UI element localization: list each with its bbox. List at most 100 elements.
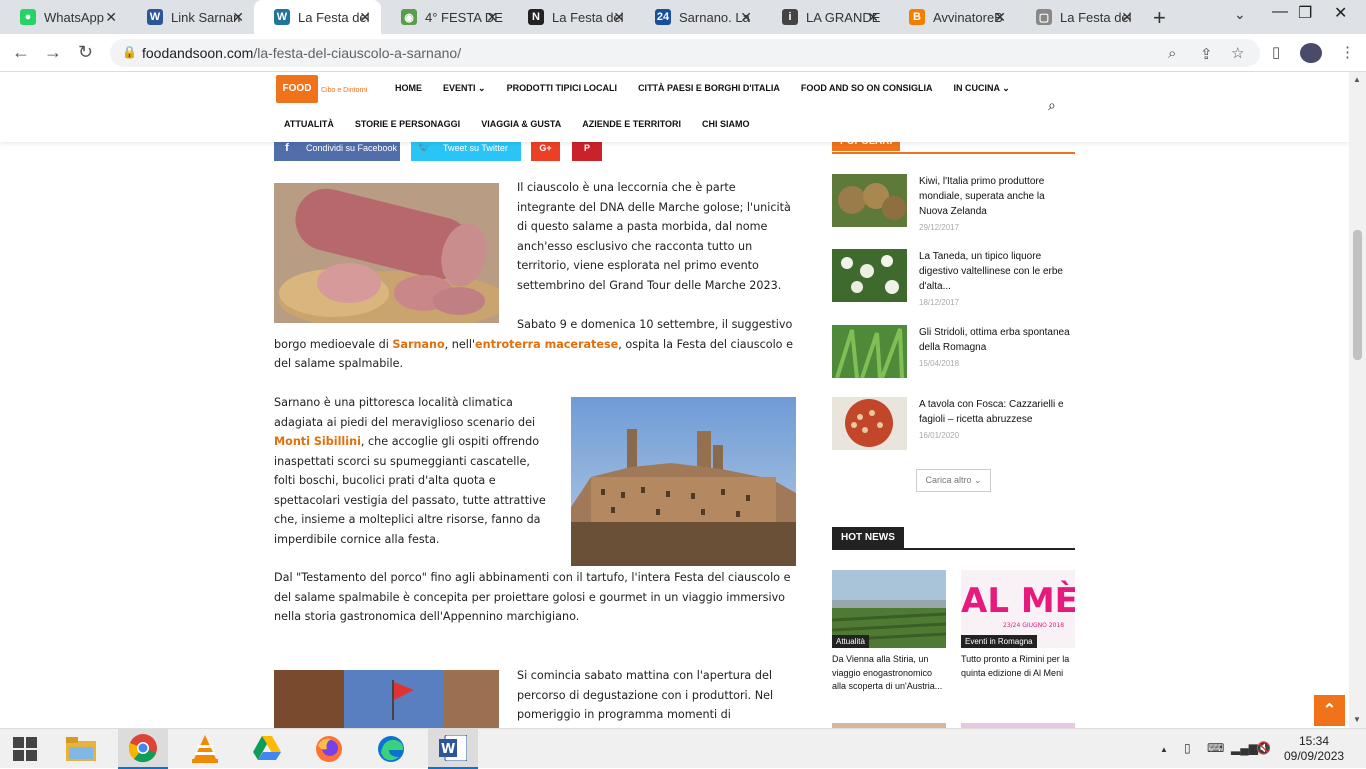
taneda-thumbnail[interactable] (832, 249, 907, 302)
al-meni-image[interactable]: AL MÈN23/24 GIUGNO 2018 Eventi in Romagn… (961, 570, 1075, 648)
nav-item[interactable]: AZIENDE E TERRITORI (582, 119, 681, 129)
browser-tab[interactable]: 24 Sarnano. La ✕ (635, 0, 762, 34)
popular-date: 15/04/2018 (919, 359, 960, 368)
new-tab-button[interactable]: + (1153, 5, 1166, 31)
close-tab-icon[interactable]: ✕ (105, 9, 117, 26)
windows-start-icon[interactable] (0, 729, 50, 769)
popular-title[interactable]: Gli Stridoli, ottima erba spontanea dell… (919, 325, 1075, 355)
nav-item[interactable]: CHI SIAMO (702, 119, 750, 129)
menu-kebab-icon[interactable]: ⋮ (1340, 43, 1355, 61)
scroll-down-icon[interactable]: ▼ (1353, 715, 1361, 724)
close-tab-icon[interactable]: ✕ (867, 9, 879, 26)
popular-item[interactable]: A tavola con Fosca: Cazzarielli e fagiol… (832, 397, 1075, 452)
browser-tab[interactable]: ◉ 4° FESTA DE ✕ (381, 0, 508, 34)
paragraph-2-text-b: , nell' (444, 337, 476, 351)
popular-date: 16/01/2020 (919, 431, 960, 440)
file-explorer-icon[interactable] (56, 729, 106, 769)
nav-item[interactable]: IN CUCINA ⌄ (954, 83, 1010, 94)
browser-tab[interactable]: N La Festa del ✕ (508, 0, 635, 34)
site-logo[interactable]: FOOD (276, 75, 318, 103)
browser-tab[interactable]: B AvvinatoreB ✕ (889, 0, 1016, 34)
primary-nav: HOME EVENTI ⌄ PRODOTTI TIPICI LOCALI CITTÀ … (395, 83, 1031, 94)
vlc-icon[interactable] (180, 729, 230, 769)
page-scrollbar[interactable]: ▲ ▼ (1349, 72, 1366, 728)
browser-tab[interactable]: W La Festa del ✕ (254, 0, 381, 34)
back-to-top-button[interactable]: ⌃ (1314, 695, 1345, 726)
page-icon: ▢ (1036, 9, 1052, 25)
popular-title[interactable]: La Taneda, un tipico liquore digestivo v… (919, 249, 1075, 294)
cazzarielli-thumbnail[interactable] (832, 397, 907, 450)
load-more-button[interactable]: Carica altro ⌄ (916, 469, 991, 492)
firefox-icon[interactable] (304, 729, 354, 769)
url-text[interactable]: foodandsoon.com/la-festa-del-ciauscolo-a… (142, 45, 461, 61)
browser-tab[interactable]: ▢ La Festa del ✕ (1016, 0, 1143, 34)
browser-tab[interactable]: i LA GRANDE ✕ (762, 0, 889, 34)
popular-item[interactable]: Kiwi, l'Italia primo produttore mondiale… (832, 174, 1075, 234)
tray-keyboard-icon[interactable]: ⌨ (1207, 741, 1224, 755)
tab-strip: ⌄ + — ❐ ✕ ● WhatsApp ✕ W Link Sarnan ✕ W La Fes… (0, 0, 1366, 34)
clock-time: 15:34 (1298, 734, 1330, 748)
sarnano-link[interactable]: Sarnano (392, 338, 444, 351)
close-tab-icon[interactable]: ✕ (359, 9, 371, 26)
entroterra-link[interactable]: entroterra maceratese (475, 338, 618, 351)
close-tab-icon[interactable]: ✕ (613, 9, 625, 26)
forward-icon[interactable]: → (44, 42, 62, 63)
monti-sibillini-link[interactable]: Monti Sibillini (274, 435, 361, 448)
url-field[interactable]: 🔒 foodandsoon.com/la-festa-del-ciauscolo… (110, 39, 1260, 67)
n-icon: N (528, 9, 544, 25)
zoom-icon[interactable]: ⌕ (1168, 45, 1176, 62)
close-tab-icon[interactable]: ✕ (486, 9, 498, 26)
scroll-up-icon[interactable]: ▲ (1353, 75, 1361, 84)
nav-item[interactable]: EVENTI ⌄ (443, 83, 486, 94)
system-clock[interactable]: 15:34 09/09/2023 (1284, 734, 1344, 764)
tab-search-icon[interactable]: ⌄ (1234, 6, 1246, 23)
close-tab-icon[interactable]: ✕ (1121, 9, 1133, 26)
tray-expand-icon[interactable]: ▲ (1160, 745, 1168, 754)
search-icon[interactable]: ⌕ (1048, 97, 1056, 114)
nav-item[interactable]: HOME (395, 83, 422, 94)
nav-item[interactable]: CITTÀ PAESI E BORGHI D'ITALIA (638, 83, 780, 94)
share-icon[interactable]: ⇪ (1200, 45, 1213, 63)
popular-title[interactable]: A tavola con Fosca: Cazzarielli e fagiol… (919, 397, 1075, 427)
nav-item[interactable]: ATTUALITÀ (284, 119, 334, 129)
bookmark-star-icon[interactable]: ☆ (1231, 44, 1244, 62)
popular-title[interactable]: Kiwi, l'Italia primo produttore mondiale… (919, 174, 1075, 219)
popular-item[interactable]: La Taneda, un tipico liquore digestivo v… (832, 249, 1075, 309)
word-taskbar-icon[interactable]: W (428, 729, 478, 769)
close-tab-icon[interactable]: ✕ (740, 9, 752, 26)
nav-item[interactable]: VIAGGIA & GUSTA (481, 119, 561, 129)
stridoli-thumbnail[interactable] (832, 325, 907, 378)
nav-item[interactable]: PRODOTTI TIPICI LOCALI (507, 83, 618, 94)
restore-icon[interactable]: ❐ (1298, 3, 1312, 23)
popular-item[interactable]: Gli Stridoli, ottima erba spontanea dell… (832, 325, 1075, 380)
back-icon[interactable]: ← (12, 42, 30, 63)
taskbar: W ▲ ▯ ⌨ ▂▄▆ 🔇 15:34 09/09/2023 (0, 728, 1366, 769)
chrome-icon[interactable] (118, 729, 168, 769)
category-badge[interactable]: Attualità (832, 635, 869, 648)
close-tab-icon[interactable]: ✕ (232, 9, 244, 26)
minimize-icon[interactable]: — (1272, 3, 1288, 21)
hot-news-title[interactable]: Da Vienna alla Stiria, un viaggio enogas… (832, 653, 946, 694)
edge-icon[interactable] (366, 729, 416, 769)
google-drive-icon[interactable] (242, 729, 292, 769)
chevron-down-icon: ⌄ (999, 83, 1010, 93)
tray-tablet-icon[interactable]: ▯ (1184, 741, 1191, 755)
nav-item[interactable]: FOOD AND SO ON CONSIGLIA (801, 83, 933, 94)
browser-tab[interactable]: ● WhatsApp ✕ (0, 0, 127, 34)
network-signal-icon[interactable]: ▂▄▆ (1231, 741, 1258, 755)
browser-tab[interactable]: W Link Sarnan ✕ (127, 0, 254, 34)
kiwi-thumbnail[interactable] (832, 174, 907, 227)
lock-icon[interactable]: 🔒 (122, 45, 137, 59)
category-badge[interactable]: Eventi in Romagna (961, 635, 1037, 648)
side-panel-icon[interactable]: ▯ (1272, 43, 1280, 61)
scroll-thumb[interactable] (1353, 230, 1362, 360)
reload-icon[interactable]: ↻ (78, 42, 93, 63)
volume-muted-icon[interactable]: 🔇 (1256, 741, 1271, 755)
profile-avatar[interactable] (1300, 43, 1322, 63)
nav-item[interactable]: STORIE E PERSONAGGI (355, 119, 460, 129)
close-tab-icon[interactable]: ✕ (994, 9, 1006, 26)
vienna-image[interactable]: Attualità (832, 570, 946, 648)
paragraph-3-text-b: , che accoglie gli ospiti offrendo inasp… (274, 435, 546, 546)
hot-news-title[interactable]: Tutto pronto a Rimini per la quinta ediz… (961, 653, 1075, 680)
close-window-icon[interactable]: ✕ (1334, 3, 1347, 23)
